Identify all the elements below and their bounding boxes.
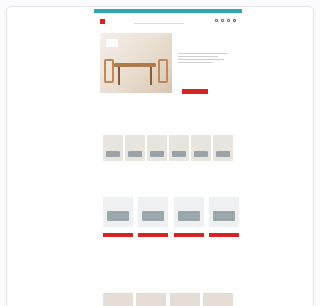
product-image xyxy=(103,197,133,227)
browser-frame xyxy=(6,6,314,306)
cart-icon[interactable] xyxy=(233,19,236,22)
category-card[interactable] xyxy=(103,135,123,169)
inspiration-image[interactable] xyxy=(103,293,133,306)
site-header xyxy=(94,15,242,29)
promo-top-bar[interactable] xyxy=(94,9,242,13)
logo-mark-icon xyxy=(100,18,105,24)
add-to-cart-button[interactable] xyxy=(208,233,239,237)
account-icon[interactable] xyxy=(215,19,218,22)
category-card[interactable] xyxy=(147,135,167,169)
chair-illustration xyxy=(158,59,168,83)
hero-text-line xyxy=(178,62,212,63)
hero-text-line xyxy=(178,59,224,60)
hero-badge xyxy=(106,39,118,47)
hero-text-line xyxy=(178,53,228,54)
webpage xyxy=(94,7,242,306)
inspiration-gallery xyxy=(103,293,233,306)
hero-image[interactable] xyxy=(100,33,172,93)
inspiration-image[interactable] xyxy=(202,293,233,306)
search-input[interactable] xyxy=(134,19,184,24)
table-leg xyxy=(118,67,120,85)
product-card[interactable] xyxy=(103,197,133,263)
inspiration-image[interactable] xyxy=(136,293,167,306)
add-to-cart-button[interactable] xyxy=(173,233,204,237)
category-image xyxy=(213,135,233,161)
category-image xyxy=(191,135,211,161)
product-image xyxy=(138,197,169,227)
hero-text-line xyxy=(178,56,218,57)
table-leg xyxy=(150,67,152,85)
product-image xyxy=(208,197,239,227)
wishlist-icon[interactable] xyxy=(221,19,224,22)
category-card[interactable] xyxy=(169,135,189,169)
hero-cta-button[interactable] xyxy=(182,89,208,94)
chair-illustration xyxy=(104,59,114,83)
add-to-cart-button[interactable] xyxy=(138,233,169,237)
product-card[interactable] xyxy=(208,197,239,263)
category-card[interactable] xyxy=(191,135,211,169)
hero-copy xyxy=(178,51,236,63)
add-to-cart-button[interactable] xyxy=(103,233,133,237)
category-card[interactable] xyxy=(125,135,145,169)
header-icons xyxy=(215,19,236,22)
product-card[interactable] xyxy=(173,197,204,263)
store-icon[interactable] xyxy=(227,19,230,22)
site-logo[interactable] xyxy=(100,18,106,24)
category-image xyxy=(103,135,123,161)
category-image xyxy=(125,135,145,161)
product-image xyxy=(173,197,204,227)
product-carousel xyxy=(103,197,239,263)
inspiration-image[interactable] xyxy=(169,293,200,306)
product-card[interactable] xyxy=(138,197,169,263)
category-image xyxy=(147,135,167,161)
category-card[interactable] xyxy=(213,135,233,169)
category-list xyxy=(103,135,233,169)
category-image xyxy=(169,135,189,161)
